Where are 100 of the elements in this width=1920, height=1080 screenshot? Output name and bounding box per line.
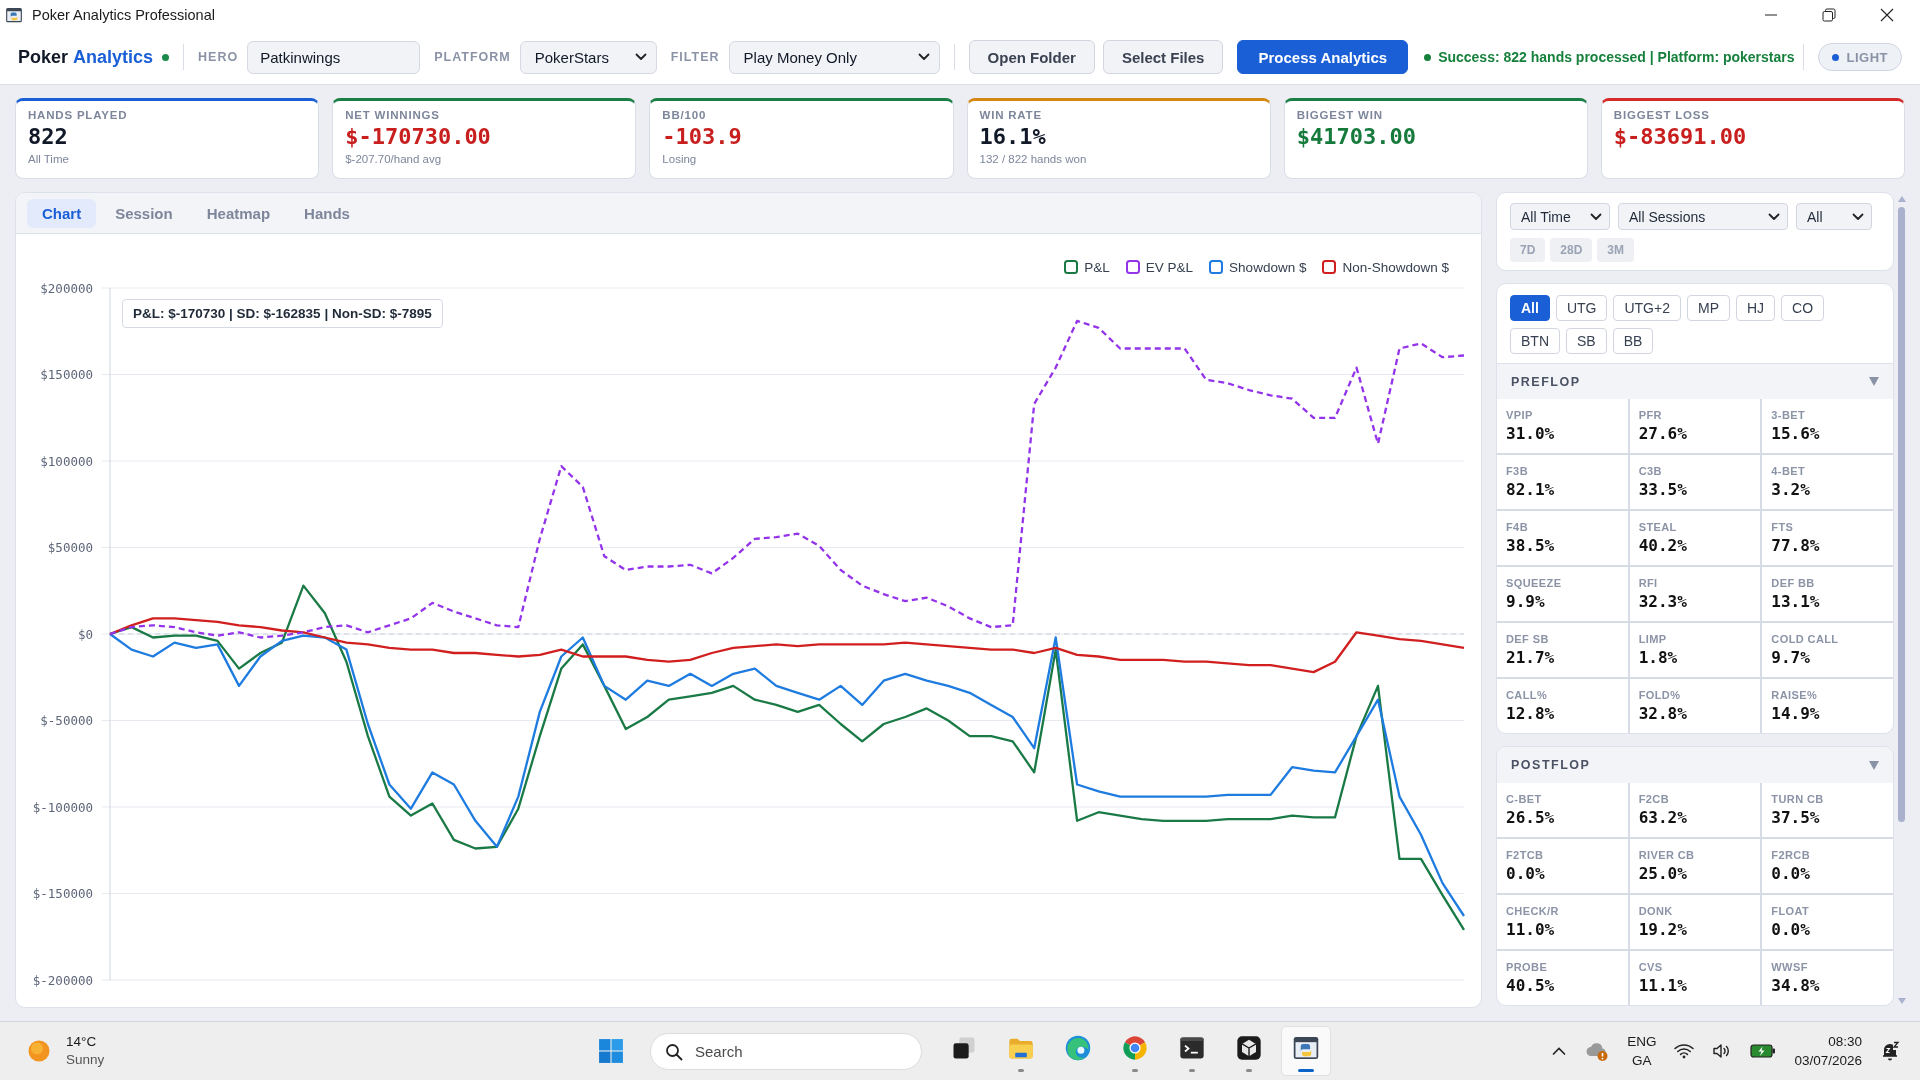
stat-label: F2TCB [1506,849,1545,861]
stat-value: 13.1% [1771,592,1821,611]
stat-label: F2CB [1638,793,1670,805]
sun-icon[interactable] [28,1040,50,1062]
chevron-up-icon[interactable] [1551,1046,1568,1056]
stat-value: 11.0% [1506,920,1556,939]
stat-value: 77.8% [1771,536,1821,555]
stat-label: FLOAT [1771,905,1811,917]
position-button[interactable]: UTG [1555,295,1608,321]
stat-value: 16.1% [979,124,1047,150]
weather-temperature: 14°C [66,1033,98,1051]
position-button[interactable]: All [1510,295,1550,321]
stat-label: PFR [1638,409,1663,421]
toolbar-button[interactable]: Select Files [1102,40,1224,74]
summary-tooltip: P&L: $-170730 | SD: $-162835 | Non-SD: $-7895 [122,299,443,328]
y-tick-label: $0 [77,626,93,642]
stat-value: 40.5% [1506,976,1556,995]
stat-label: C-BET [1506,793,1543,805]
stat-value: 9.7% [1771,648,1811,667]
stat-label: F4B [1506,521,1529,533]
scrollbar-thumb[interactable] [1898,207,1905,822]
position-button[interactable]: SB [1566,328,1607,354]
stat-value: 21.7% [1506,648,1556,667]
tab[interactable]: Chart [27,198,97,228]
section-header[interactable]: POSTFLOP [1497,747,1893,783]
stat-value: 3.2% [1771,480,1811,499]
stat-value: 32.8% [1638,704,1688,723]
app-icon [5,6,23,24]
primary-button[interactable]: Process Analytics [1237,40,1409,74]
dropdown-select[interactable]: All [1796,203,1872,230]
battery-icon[interactable] [1750,1044,1777,1058]
stat-label: NET WINNINGS [345,109,441,121]
y-tick-label: $-150000 [32,886,93,901]
stat-value: 19.2% [1638,920,1688,939]
position-button[interactable]: BTN [1510,328,1560,354]
stat-label: LIMP [1638,633,1668,645]
section-header[interactable]: PREFLOP [1497,363,1893,399]
stat-label: FTS [1771,521,1795,533]
stat-label: VPIP [1506,409,1534,421]
y-tick-label: $-200000 [32,972,93,988]
cube-icon [1235,1034,1263,1062]
language-label[interactable]: ENG [1627,1032,1657,1051]
stat-label: FOLD% [1638,689,1682,701]
chevron-down-icon [1768,212,1780,221]
dropdown-select[interactable]: Play Money Only [728,40,940,74]
clock-date[interactable]: 03/07/2026 [1794,1051,1862,1070]
position-button[interactable]: UTG+2 [1613,295,1681,321]
dropdown-select[interactable]: PokerStars [519,40,657,74]
text-input[interactable]: Patkinwings [247,40,421,74]
search-field[interactable]: Search [650,1032,922,1070]
stat-value: 0.0% [1771,864,1811,883]
stat-value: 40.2% [1638,536,1688,555]
legend-item[interactable]: EV P&L [1125,259,1194,275]
dot-icon [1831,53,1839,61]
stat-value: 34.8% [1771,976,1821,995]
legend-item[interactable]: Non-Showdown $ [1322,259,1449,275]
stat-value: 15.6% [1771,424,1821,443]
stat-label: COLD CALL [1771,633,1840,645]
stat-subtext: Losing [662,153,698,165]
clock-time[interactable]: 08:30 [1828,1032,1862,1051]
stat-label: F2RCB [1771,849,1811,861]
stat-value: 1.8% [1638,648,1679,667]
stat-value: 822 [28,124,69,150]
stat-label: 4-BET [1771,465,1807,477]
stat-value: $41703.00 [1296,124,1417,150]
position-button[interactable]: CO [1781,295,1825,321]
toolbar-button[interactable]: Open Folder [968,40,1095,74]
legend-item[interactable]: Showdown $ [1209,259,1307,275]
chevron-down-icon [634,53,647,61]
cloud-warning-icon[interactable] [1585,1040,1610,1062]
stat-value: 32.3% [1638,592,1688,611]
legend-item[interactable]: P&L [1064,259,1110,275]
stat-value: 26.5% [1506,808,1556,827]
stat-label: PROBE [1506,961,1549,973]
stat-value: 27.6% [1638,424,1688,443]
stat-label: CALL% [1506,689,1549,701]
chevron-down-icon [1590,212,1602,221]
wifi-icon[interactable] [1674,1043,1695,1059]
stat-subtext: $-207.70/hand avg [345,153,443,165]
stat-label: CVS [1638,961,1664,973]
stat-label: RIVER CB [1638,849,1696,861]
chevron-down-icon [1852,212,1864,221]
y-tick-label: $-100000 [32,799,93,815]
stat-value: $-83691.00 [1613,124,1748,150]
tricolor-circle-icon [1121,1034,1149,1062]
search-icon [665,1042,683,1061]
y-tick-label: $150000 [40,367,93,382]
position-button[interactable]: HJ [1735,295,1776,321]
position-button[interactable]: BB [1612,328,1654,354]
window-title: Poker Analytics Professional [32,7,215,23]
dropdown-select[interactable]: All Sessions [1618,203,1788,230]
y-tick-label: $200000 [40,280,93,296]
four-panes-icon [598,1038,624,1064]
field-label: FILTER [670,50,720,64]
dropdown-select[interactable]: All Time [1510,203,1610,230]
stat-value: 0.0% [1506,864,1546,883]
bell-snooze-icon[interactable] [1880,1041,1900,1061]
keyboard-layout-label[interactable]: GA [1632,1051,1652,1070]
position-button[interactable]: MP [1686,295,1730,321]
taskbar-button[interactable] [1281,1026,1331,1076]
